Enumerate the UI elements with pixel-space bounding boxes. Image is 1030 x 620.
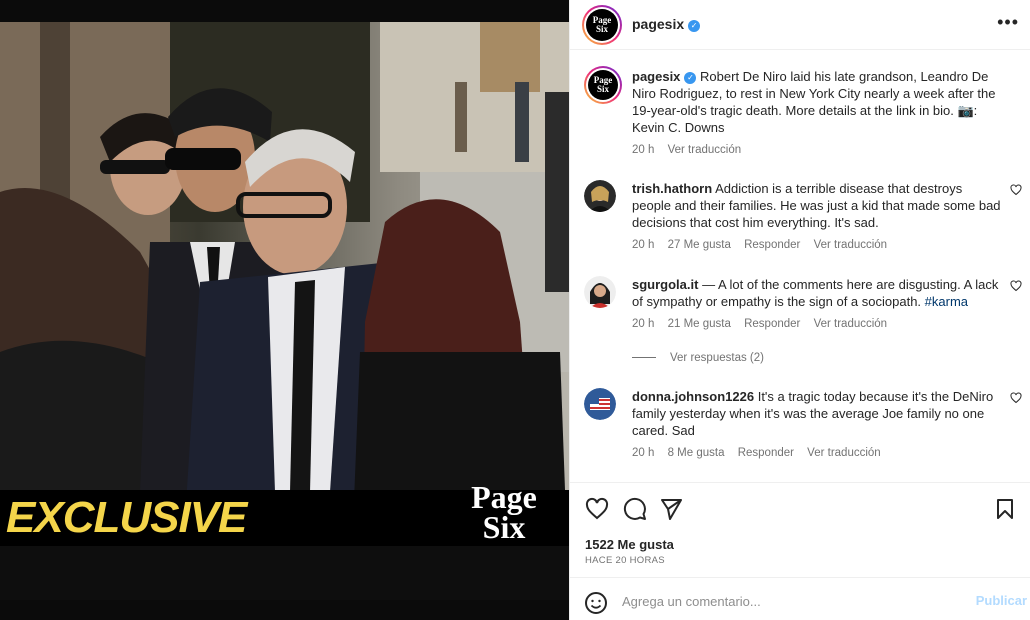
page-six-watermark: Page Six bbox=[458, 479, 550, 548]
post-timestamp[interactable]: HACE 20 HORAS bbox=[585, 555, 665, 566]
comment-likes[interactable]: 8 Me gusta bbox=[668, 447, 725, 459]
emoji-icon[interactable] bbox=[584, 591, 608, 615]
view-replies-button[interactable]: Ver respuestas (2) bbox=[632, 352, 764, 364]
post-header: Page Six pagesix ✓ ••• bbox=[570, 0, 1030, 50]
post-side-panel: Page Six pagesix ✓ ••• Page Six pagesix ✓ bbox=[569, 0, 1030, 620]
exclusive-label: EXCLUSIVE bbox=[6, 493, 247, 542]
caption-avatar[interactable]: Page Six bbox=[584, 66, 622, 104]
reply-button[interactable]: Responder bbox=[744, 318, 800, 330]
comment-like-heart-icon[interactable] bbox=[1010, 184, 1022, 196]
bookmark-icon[interactable] bbox=[993, 497, 1017, 521]
replies-divider bbox=[632, 357, 656, 359]
caption-translate-link[interactable]: Ver traducción bbox=[668, 144, 742, 156]
caption-avatar-logo: Page Six bbox=[588, 70, 618, 100]
reply-button[interactable]: Responder bbox=[738, 447, 794, 459]
comment-like-heart-icon[interactable] bbox=[1010, 392, 1022, 404]
caption-verified-icon: ✓ bbox=[684, 71, 697, 84]
watermark-line-1: Page bbox=[471, 479, 537, 515]
caption-time[interactable]: 20 h bbox=[632, 144, 654, 156]
caption-username[interactable]: pagesix bbox=[632, 69, 680, 84]
author-avatar-logo: Page Six bbox=[586, 9, 618, 41]
instagram-post-view: EXCLUSIVE Page Six Page Six pagesix ✓ ••• bbox=[0, 0, 1030, 620]
comment-likes[interactable]: 27 Me gusta bbox=[668, 239, 731, 251]
view-replies-label[interactable]: Ver respuestas (2) bbox=[670, 352, 764, 364]
watermark-line-2: Six bbox=[482, 509, 526, 545]
comment-time[interactable]: 20 h bbox=[632, 318, 654, 330]
reply-button[interactable]: Responder bbox=[744, 239, 800, 251]
likes-count[interactable]: 1522 Me gusta bbox=[585, 537, 674, 552]
more-options-icon[interactable]: ••• bbox=[997, 12, 1019, 33]
hashtag-link[interactable]: #karma bbox=[925, 294, 968, 309]
author-avatar[interactable]: Page Six bbox=[582, 5, 622, 45]
comment-like-heart-icon[interactable] bbox=[1010, 280, 1022, 292]
post-actions: 1522 Me gusta HACE 20 HORAS bbox=[570, 482, 1030, 577]
comment-time[interactable]: 20 h bbox=[632, 447, 654, 459]
post-comment-button[interactable]: Publicar bbox=[976, 593, 1027, 608]
commenter-avatar[interactable] bbox=[584, 276, 616, 308]
comment-username[interactable]: donna.johnson1226 bbox=[632, 389, 754, 404]
send-icon[interactable] bbox=[659, 497, 683, 521]
verified-badge-icon: ✓ bbox=[688, 19, 701, 32]
comment-username[interactable]: sgurgola.it bbox=[632, 277, 698, 292]
commenter-avatar[interactable] bbox=[584, 180, 616, 212]
comment-composer: Publicar bbox=[570, 577, 1030, 620]
post-media[interactable]: EXCLUSIVE Page Six bbox=[0, 0, 569, 620]
translate-link[interactable]: Ver traducción bbox=[814, 318, 888, 330]
commenter-avatar[interactable] bbox=[584, 388, 616, 420]
comment-icon[interactable] bbox=[623, 497, 647, 521]
comment-username[interactable]: trish.hathorn bbox=[632, 181, 712, 196]
translate-link[interactable]: Ver traducción bbox=[814, 239, 888, 251]
heart-icon[interactable] bbox=[585, 497, 609, 521]
comment-input[interactable] bbox=[622, 590, 962, 612]
comment-time[interactable]: 20 h bbox=[632, 239, 654, 251]
comment-likes[interactable]: 21 Me gusta bbox=[668, 318, 731, 330]
author-username[interactable]: pagesix bbox=[632, 16, 684, 32]
comments-list[interactable]: Page Six pagesix ✓ Robert De Niro laid his… bbox=[570, 50, 1030, 482]
translate-link[interactable]: Ver traducción bbox=[807, 447, 881, 459]
